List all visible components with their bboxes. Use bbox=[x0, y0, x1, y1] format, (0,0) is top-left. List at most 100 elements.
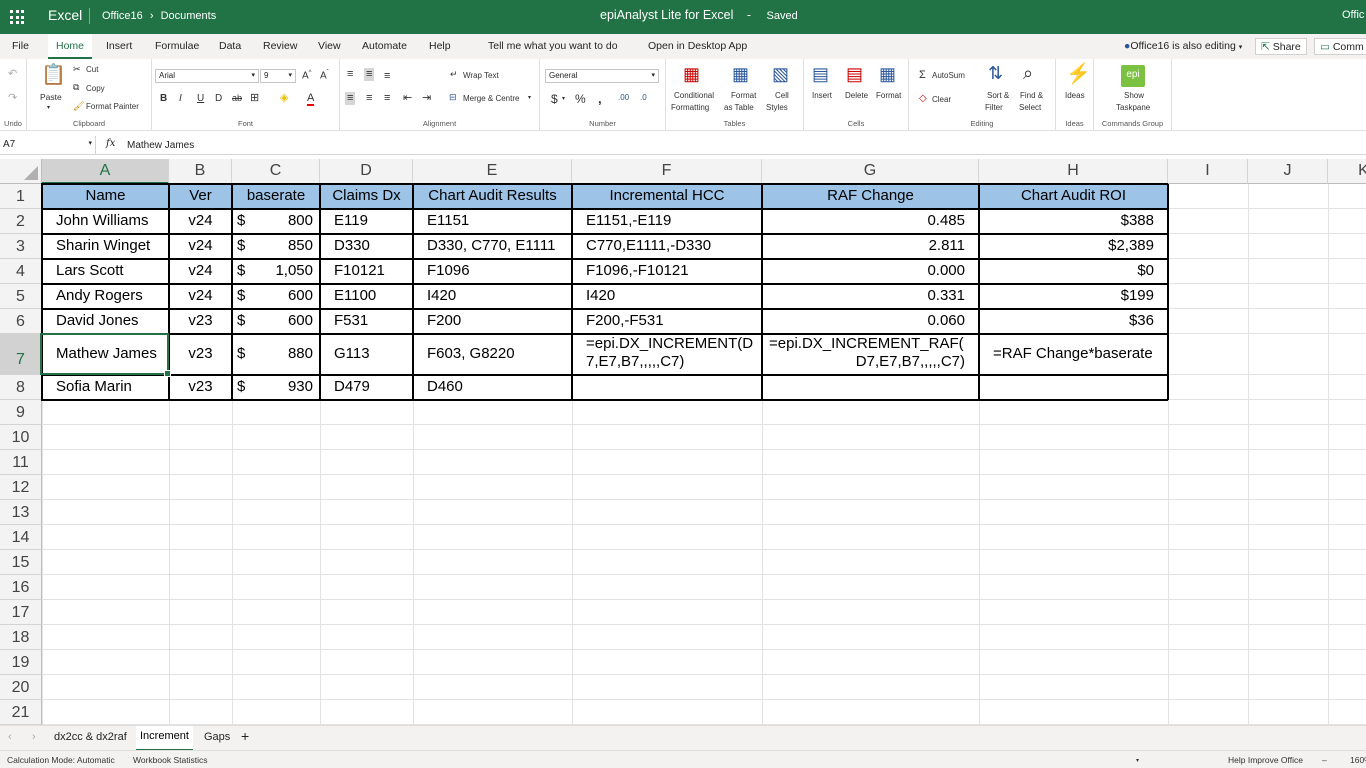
column-header-h[interactable]: H bbox=[979, 159, 1168, 184]
row-header-16[interactable]: 16 bbox=[0, 575, 42, 600]
conditional-formatting-label-2[interactable]: Formatting bbox=[671, 103, 709, 112]
format-cells-button[interactable]: Format bbox=[876, 91, 901, 100]
cell-baserate[interactable]: 800 bbox=[232, 209, 320, 234]
tab-review[interactable]: Review bbox=[263, 40, 297, 52]
cell-baserate[interactable]: 880 bbox=[232, 334, 320, 375]
row-header-14[interactable]: 14 bbox=[0, 525, 42, 550]
number-format-select[interactable]: General ▾ bbox=[545, 69, 659, 83]
cell-ver[interactable]: v24 bbox=[169, 209, 232, 234]
undo-icon[interactable]: ↶ bbox=[8, 69, 17, 80]
chevron-down-icon[interactable]: ▾ bbox=[1136, 757, 1139, 764]
cell-claims-dx[interactable]: F10121 bbox=[320, 259, 413, 284]
wrap-text-button[interactable]: Wrap Text bbox=[463, 71, 499, 80]
row-header-4[interactable]: 4 bbox=[0, 259, 42, 284]
format-cells-icon[interactable]: ▦ bbox=[879, 65, 896, 83]
show-taskpane-label-1[interactable]: Show bbox=[1124, 91, 1144, 100]
grow-font-icon[interactable]: A^ bbox=[302, 70, 312, 81]
zoom-level[interactable]: 160% bbox=[1350, 755, 1366, 765]
column-title-1[interactable]: Ver bbox=[169, 184, 232, 209]
column-title-3[interactable]: Claims Dx bbox=[320, 184, 413, 209]
cell-audit-results[interactable]: F603, G8220 bbox=[413, 334, 572, 375]
cell-raf-change[interactable] bbox=[762, 375, 979, 400]
scroll-left-icon[interactable]: ‹ bbox=[8, 731, 12, 743]
cell-audit-results[interactable]: F1096 bbox=[413, 259, 572, 284]
cell-roi-formula[interactable]: =RAF Change*baserate bbox=[979, 334, 1168, 375]
cell-hcc-formula-line2[interactable]: 7,E7,B7,,,,,C7) bbox=[572, 334, 762, 375]
insert-cells-button[interactable]: Insert bbox=[812, 91, 832, 100]
app-name[interactable]: Excel bbox=[48, 7, 82, 23]
formula-input[interactable]: Mathew James bbox=[127, 140, 194, 151]
comma-style-icon[interactable]: , bbox=[598, 92, 602, 105]
align-left-icon[interactable]: ≡ bbox=[345, 92, 356, 105]
paste-dropdown-icon[interactable]: ▾ bbox=[47, 104, 50, 111]
cell-audit-results[interactable]: F200 bbox=[413, 309, 572, 334]
copy-button[interactable]: Copy bbox=[86, 84, 105, 93]
breadcrumb-documents[interactable]: Documents bbox=[161, 10, 217, 22]
cell-audit-results[interactable]: D330, C770, E1111 bbox=[413, 234, 572, 259]
cell-roi[interactable]: $0 bbox=[979, 259, 1168, 284]
cell-ver[interactable]: v24 bbox=[169, 284, 232, 309]
row-header-11[interactable]: 11 bbox=[0, 450, 42, 475]
cell-raf-change[interactable]: 0.485 bbox=[762, 209, 979, 234]
column-header-f[interactable]: F bbox=[572, 159, 762, 184]
conditional-formatting-icon[interactable]: ▦ bbox=[683, 65, 700, 83]
cell-ver[interactable]: v23 bbox=[169, 334, 232, 375]
chevron-down-icon[interactable]: ▾ bbox=[562, 96, 565, 102]
column-header-a[interactable]: A bbox=[42, 159, 169, 184]
row-header-5[interactable]: 5 bbox=[0, 284, 42, 309]
sort-filter-label-2[interactable]: Filter bbox=[985, 103, 1003, 112]
column-title-0[interactable]: Name bbox=[42, 184, 169, 209]
cut-button[interactable]: Cut bbox=[86, 65, 98, 74]
format-painter-icon[interactable]: 🖌 bbox=[73, 102, 84, 111]
cell-ver[interactable]: v24 bbox=[169, 259, 232, 284]
row-header-17[interactable]: 17 bbox=[0, 600, 42, 625]
search-icon[interactable]: ⌕ bbox=[1023, 64, 1033, 82]
autosum-button[interactable]: AutoSum bbox=[932, 71, 965, 80]
lightning-icon[interactable]: ⚡ bbox=[1066, 64, 1091, 84]
font-color-icon[interactable]: A bbox=[307, 93, 315, 106]
clear-button[interactable]: Clear bbox=[932, 95, 951, 104]
bold-icon[interactable]: B bbox=[160, 94, 167, 104]
chevron-down-icon[interactable]: ▾ bbox=[528, 94, 531, 101]
column-header-d[interactable]: D bbox=[320, 159, 413, 184]
cell-incremental-hcc[interactable]: C770,E1111,-D330 bbox=[572, 234, 762, 259]
row-header-12[interactable]: 12 bbox=[0, 475, 42, 500]
cell-incremental-hcc[interactable]: E1151,-E119 bbox=[572, 209, 762, 234]
format-as-table-label-2[interactable]: as Table bbox=[724, 103, 754, 112]
paste-button[interactable]: Paste bbox=[40, 92, 62, 102]
cell-roi[interactable]: $2,389 bbox=[979, 234, 1168, 259]
clear-icon[interactable]: ◇ bbox=[919, 94, 927, 104]
shrink-font-icon[interactable]: Aˇ bbox=[320, 70, 329, 81]
cell-raf-formula-line2[interactable]: D7,E7,B7,,,,,C7) bbox=[762, 334, 979, 375]
cell-audit-results[interactable]: E1151 bbox=[413, 209, 572, 234]
open-desktop-app-button[interactable]: Open in Desktop App bbox=[648, 40, 747, 52]
epi-logo[interactable]: epi bbox=[1121, 65, 1145, 87]
cell-name[interactable]: Andy Rogers bbox=[42, 284, 169, 309]
cell-raf-change[interactable]: 2.811 bbox=[762, 234, 979, 259]
align-top-icon[interactable]: ≡ bbox=[347, 69, 353, 80]
cell-claims-dx[interactable]: E119 bbox=[320, 209, 413, 234]
cell-name[interactable]: Sofia Marin bbox=[42, 375, 169, 400]
copy-icon[interactable]: ⧉ bbox=[73, 83, 79, 92]
tab-insert[interactable]: Insert bbox=[106, 40, 132, 52]
zoom-out-icon[interactable]: – bbox=[1322, 755, 1327, 765]
paste-icon[interactable]: 📋 bbox=[41, 65, 66, 85]
cell-audit-results[interactable]: I420 bbox=[413, 284, 572, 309]
breadcrumb-office16[interactable]: Office16 bbox=[102, 10, 143, 22]
row-header-7[interactable]: 7 bbox=[0, 334, 42, 375]
delete-cells-button[interactable]: Delete bbox=[845, 91, 868, 100]
cell-baserate[interactable]: 600 bbox=[232, 309, 320, 334]
cell-baserate[interactable]: 1,050 bbox=[232, 259, 320, 284]
cell-claims-dx[interactable]: E1100 bbox=[320, 284, 413, 309]
cell-name[interactable]: Sharin Winget bbox=[42, 234, 169, 259]
strikethrough-icon[interactable]: ab bbox=[232, 94, 242, 103]
tab-automate[interactable]: Automate bbox=[362, 40, 407, 52]
cell-raf-change[interactable]: 0.000 bbox=[762, 259, 979, 284]
borders-icon[interactable]: ⊞ bbox=[250, 93, 259, 104]
row-header-2[interactable]: 2 bbox=[0, 209, 42, 234]
sheet-tab-gaps[interactable]: Gaps bbox=[204, 731, 230, 743]
cell-claims-dx[interactable]: G113 bbox=[320, 334, 413, 375]
find-select-label-1[interactable]: Find & bbox=[1020, 91, 1043, 100]
autosum-icon[interactable]: Σ bbox=[919, 70, 926, 81]
cell-incremental-hcc[interactable]: I420 bbox=[572, 284, 762, 309]
